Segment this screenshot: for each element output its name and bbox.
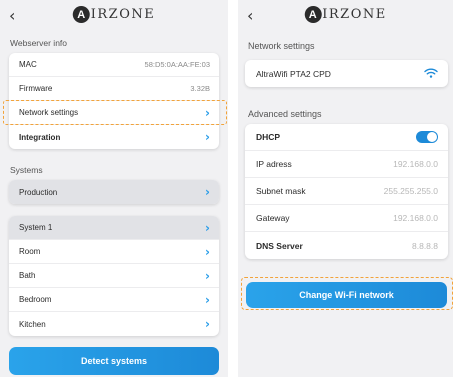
chevron-right-icon: ›	[205, 220, 210, 235]
system-label: System 1	[19, 223, 53, 232]
zone-label: Kitchen	[19, 319, 46, 329]
zone-label: Bedroom	[19, 295, 52, 304]
mac-label: MAC	[19, 60, 37, 69]
production-card: Production ›	[9, 180, 219, 204]
network-settings-heading: Network settings	[248, 41, 315, 51]
zone-row-bath[interactable]: Bath ›	[9, 264, 219, 288]
gateway-value: 192.168.0.0	[393, 213, 438, 223]
network-settings-row[interactable]: Network settings ›	[9, 101, 219, 125]
back-button[interactable]: ‹	[247, 6, 253, 26]
chevron-right-icon: ›	[205, 130, 210, 144]
production-row[interactable]: Production ›	[9, 180, 219, 204]
mac-row: MAC 58:D5:0A:AA:FE:03	[9, 53, 219, 77]
production-label: Production	[19, 187, 58, 197]
gateway-label: Gateway	[256, 213, 290, 223]
ip-value: 192.168.0.0	[393, 159, 438, 169]
wifi-card: AltraWifi PTA2 CPD	[245, 60, 448, 87]
webserver-info-screen: ‹ A IRZONE Webserver info MAC 58:D5:0A:A…	[0, 0, 228, 377]
system-card: System 1 › Room › Bath › Bedroom › Kitch…	[9, 216, 219, 336]
dhcp-toggle[interactable]	[416, 131, 438, 143]
dns-value: 8.8.8.8	[412, 240, 438, 251]
wifi-row[interactable]: AltraWifi PTA2 CPD	[245, 60, 448, 87]
zone-label: Room	[19, 247, 41, 256]
network-settings-label: Network settings	[19, 108, 79, 117]
detect-systems-button[interactable]: Detect systems	[9, 347, 219, 375]
system-row[interactable]: System 1 ›	[9, 216, 219, 240]
zone-row-kitchen[interactable]: Kitchen ›	[9, 312, 219, 336]
wifi-name: AltraWifi PTA2 CPD	[256, 68, 331, 79]
advanced-settings-heading: Advanced settings	[248, 109, 322, 119]
webserver-info-card: MAC 58:D5:0A:AA:FE:03 Firmware 3.32B Net…	[9, 53, 219, 149]
airzone-logo: A IRZONE	[304, 6, 386, 23]
chevron-right-icon: ›	[205, 244, 210, 259]
dhcp-label: DHCP	[256, 132, 281, 142]
mac-value: 58:D5:0A:AA:FE:03	[144, 60, 210, 69]
header: ‹ A IRZONE	[238, 0, 453, 34]
network-settings-screen: ‹ A IRZONE Network settings AltraWifi PT…	[238, 0, 453, 377]
dns-row[interactable]: DNS Server 8.8.8.8	[245, 232, 448, 259]
dhcp-row: DHCP	[245, 124, 448, 151]
logo-text: IRZONE	[90, 7, 156, 22]
toggle-knob	[427, 132, 437, 142]
gateway-row[interactable]: Gateway 192.168.0.0	[245, 205, 448, 232]
header: ‹ A IRZONE	[0, 0, 228, 34]
integration-row[interactable]: Integration ›	[9, 125, 219, 149]
chevron-right-icon: ›	[205, 292, 210, 307]
change-wifi-button[interactable]: Change Wi-Fi network	[246, 282, 447, 308]
zone-row-bedroom[interactable]: Bedroom ›	[9, 288, 219, 312]
subnet-label: Subnet mask	[256, 186, 306, 196]
chevron-right-icon: ›	[205, 105, 210, 120]
airzone-logo: A IRZONE	[72, 6, 156, 23]
firmware-row: Firmware 3.32B	[9, 77, 219, 101]
chevron-right-icon: ›	[205, 268, 210, 283]
firmware-value: 3.32B	[190, 84, 210, 93]
webserver-info-heading: Webserver info	[10, 38, 68, 48]
systems-heading: Systems	[10, 165, 43, 175]
ip-label: IP adress	[256, 159, 292, 169]
logo-letter: A	[304, 6, 322, 23]
subnet-row[interactable]: Subnet mask 255.255.255.0	[245, 178, 448, 205]
logo-text: IRZONE	[322, 7, 387, 22]
integration-label: Integration	[19, 132, 61, 142]
logo-letter: A	[72, 6, 90, 23]
firmware-label: Firmware	[19, 84, 53, 93]
zone-label: Bath	[19, 271, 36, 280]
ip-row[interactable]: IP adress 192.168.0.0	[245, 151, 448, 178]
back-button[interactable]: ‹	[9, 6, 15, 26]
subnet-value: 255.255.255.0	[383, 186, 438, 196]
advanced-settings-card: DHCP IP adress 192.168.0.0 Subnet mask 2…	[245, 124, 448, 259]
chevron-right-icon: ›	[205, 185, 210, 199]
zone-row-room[interactable]: Room ›	[9, 240, 219, 264]
chevron-right-icon: ›	[205, 317, 210, 331]
wifi-icon	[424, 68, 438, 80]
dns-label: DNS Server	[256, 240, 303, 251]
